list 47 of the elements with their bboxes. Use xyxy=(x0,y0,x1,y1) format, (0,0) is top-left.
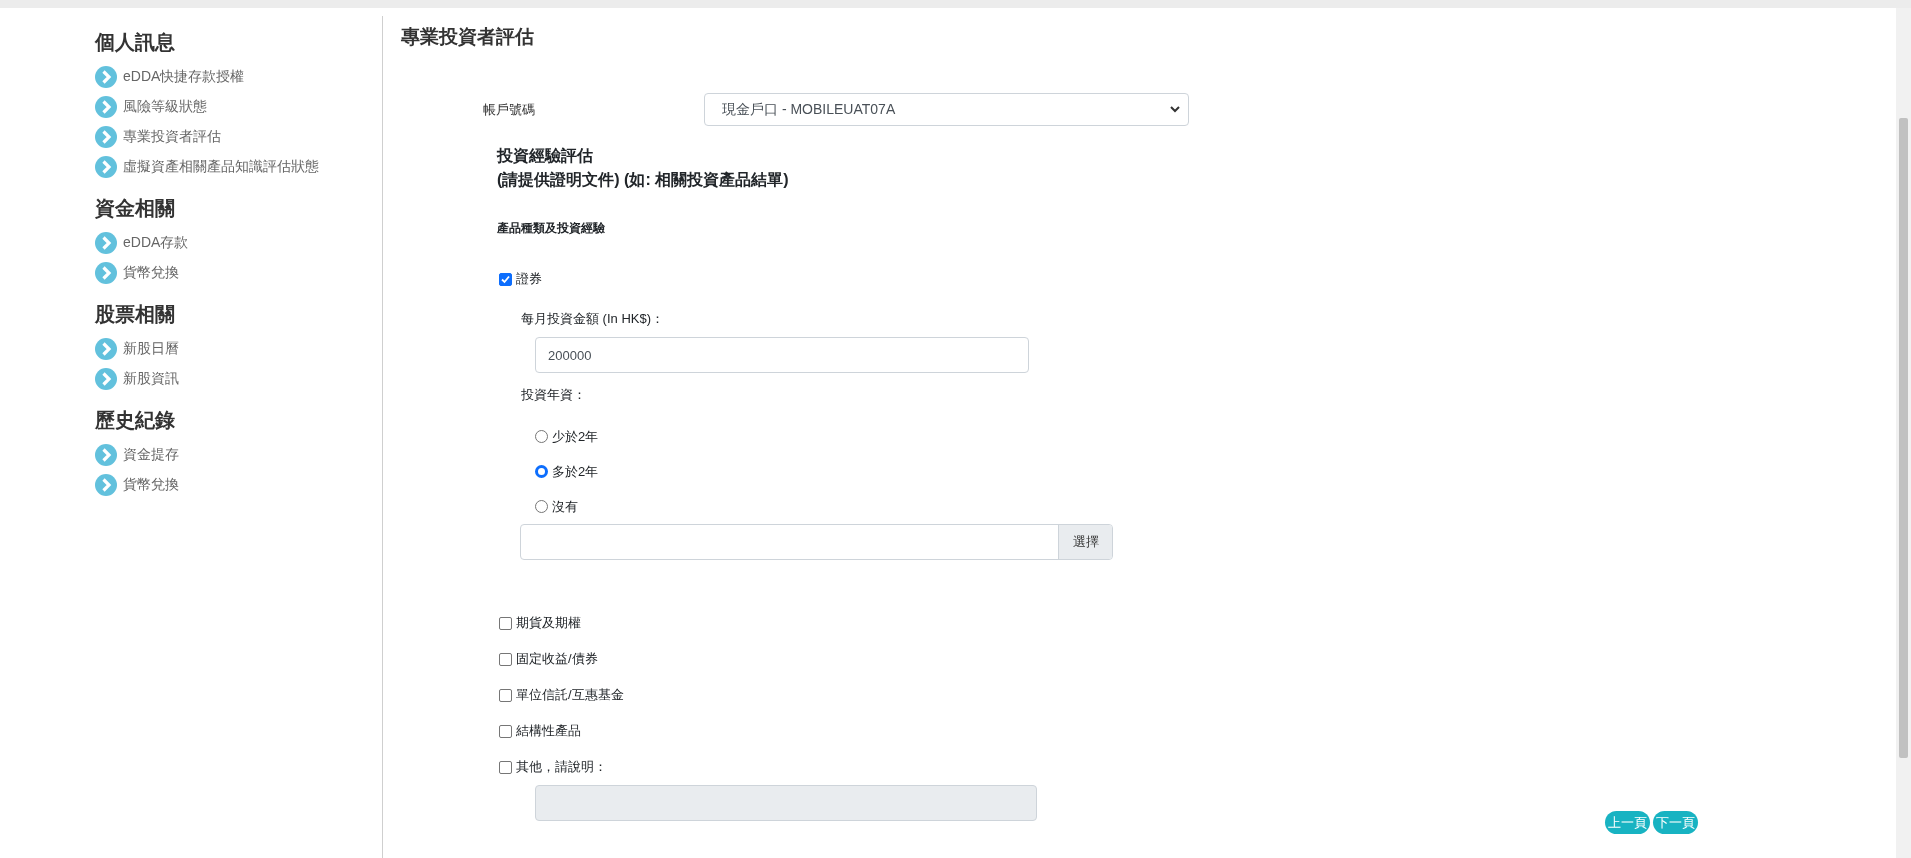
chevron-circle-icon xyxy=(95,262,117,284)
sidebar-link[interactable]: 虛擬資產相關產品知識評估狀態 xyxy=(95,152,382,182)
amount-input[interactable]: 200000 xyxy=(535,337,1029,373)
amount-label: 每月投資金額 (In HK$)： xyxy=(521,310,665,328)
chevron-circle-icon xyxy=(95,338,117,360)
chevron-circle-icon xyxy=(95,474,117,496)
chevron-circle-icon xyxy=(95,444,117,466)
section-title: 投資經驗評估 xyxy=(497,146,594,166)
file-picker[interactable]: 選擇 xyxy=(520,524,1113,560)
chevron-circle-icon xyxy=(95,66,117,88)
chevron-circle-icon xyxy=(95,96,117,118)
sidebar-link[interactable]: eDDA存款 xyxy=(95,228,382,258)
product-checkbox[interactable]: 證券 xyxy=(499,261,1896,297)
years-label: 投資年資： xyxy=(521,386,587,404)
product-checkbox[interactable]: 期貨及期權 xyxy=(499,605,1896,641)
checkmark-icon xyxy=(501,274,510,284)
chevron-down-icon xyxy=(1170,106,1180,113)
section-subtitle: (請提供證明文件) (如: 相關投資產品結單) xyxy=(497,170,790,190)
account-label: 帳戶號碼 xyxy=(483,100,536,119)
product-checkbox[interactable]: 單位信託/互惠基金 xyxy=(499,677,1896,713)
sidebar-link[interactable]: 貨幣兌換 xyxy=(95,470,382,500)
sidebar-heading: 歷史紀錄 xyxy=(95,408,176,433)
sidebar-link[interactable]: 資金提存 xyxy=(95,440,382,470)
sidebar-heading: 資金相關 xyxy=(95,196,176,221)
years-radio[interactable]: 多於2年 xyxy=(535,454,1896,489)
chevron-circle-icon xyxy=(95,156,117,178)
years-radio[interactable]: 少於2年 xyxy=(535,419,1896,454)
chevron-circle-icon xyxy=(95,368,117,390)
sidebar-heading: 股票相關 xyxy=(95,302,176,327)
sidebar-link[interactable]: 貨幣兌換 xyxy=(95,258,382,288)
product-checkbox[interactable]: 固定收益/債券 xyxy=(499,641,1896,677)
sidebar-link[interactable]: 新股日曆 xyxy=(95,334,382,364)
choose-file-button[interactable]: 選擇 xyxy=(1058,525,1112,559)
section-heading: 產品種類及投資經驗 xyxy=(497,220,606,237)
chevron-circle-icon xyxy=(95,126,117,148)
years-radio[interactable]: 沒有 xyxy=(535,489,1896,524)
page-title: 專業投資者評估 xyxy=(401,25,535,49)
scrollbar[interactable] xyxy=(1896,8,1911,858)
chevron-circle-icon xyxy=(95,232,117,254)
product-checkbox[interactable]: 其他，請說明： xyxy=(499,749,1896,785)
sidebar-link[interactable]: 新股資訊 xyxy=(95,364,382,394)
sidebar-link[interactable]: eDDA快捷存款授權 xyxy=(95,62,382,92)
account-select[interactable]: 現金戶口 - MOBILEUAT07A xyxy=(704,93,1189,126)
sidebar-link[interactable]: 專業投資者評估 xyxy=(95,122,382,152)
sidebar-heading: 個人訊息 xyxy=(95,30,176,55)
sidebar-link[interactable]: 風險等級狀態 xyxy=(95,92,382,122)
product-checkbox[interactable]: 結構性產品 xyxy=(499,713,1896,749)
